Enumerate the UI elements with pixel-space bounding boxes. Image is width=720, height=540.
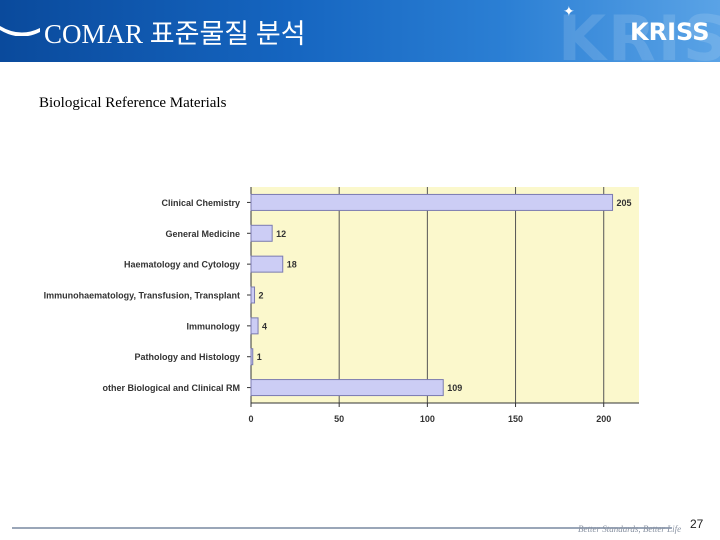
y-tick-label: Immunohaematology, Transfusion, Transpla… <box>44 291 240 301</box>
bar <box>250 255 284 273</box>
bar <box>250 379 444 397</box>
y-tick-label: Immunology <box>187 321 241 331</box>
y-tick-label: General Medicine <box>165 229 240 239</box>
footer-tagline: Better Standards, Better Life <box>578 524 682 534</box>
y-tick-label: other Biological and Clinical RM <box>102 383 240 393</box>
x-tick-label: 50 <box>334 414 344 424</box>
plot-area <box>251 187 639 403</box>
x-tick-label: 150 <box>508 414 523 424</box>
x-tick-label: 0 <box>248 414 253 424</box>
y-tick-label: Pathology and Histology <box>134 352 240 362</box>
data-label: 109 <box>447 383 462 393</box>
data-label: 205 <box>617 198 632 208</box>
data-label: 2 <box>259 291 264 301</box>
page-number: 27 <box>690 517 704 531</box>
bar <box>250 348 254 366</box>
bar <box>250 224 273 242</box>
bar <box>250 286 256 304</box>
x-tick-label: 100 <box>420 414 435 424</box>
x-tick-label: 200 <box>596 414 611 424</box>
footer-divider <box>12 527 672 529</box>
data-label: 12 <box>276 229 286 239</box>
bar <box>250 317 259 335</box>
data-label: 4 <box>262 321 267 331</box>
bar <box>250 193 614 211</box>
data-label: 18 <box>287 260 297 270</box>
data-label: 1 <box>257 352 262 362</box>
bar-chart: 0 50 100 150 200 Clinical Chemistry 205 General… <box>44 187 639 424</box>
y-tick-label: Clinical Chemistry <box>161 198 240 208</box>
y-tick-label: Haematology and Cytology <box>124 260 240 270</box>
